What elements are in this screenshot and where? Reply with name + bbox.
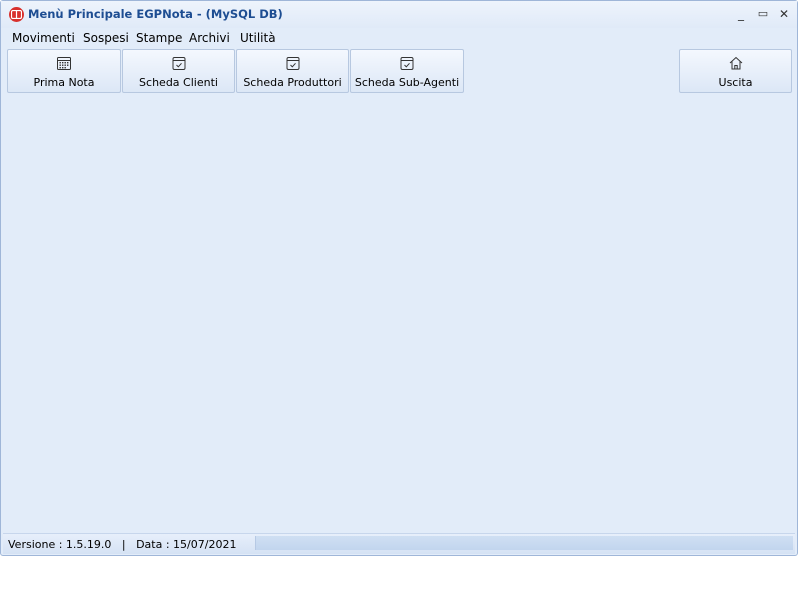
menu-utilita[interactable]: Utilità [240, 31, 276, 45]
scheda-clienti-button[interactable]: Scheda Clienti [122, 49, 235, 93]
scheda-clienti-label: Scheda Clienti [139, 76, 218, 89]
status-bar: Versione : 1.5.19.0 | Data : 15/07/2021 [3, 533, 795, 554]
menu-stampe[interactable]: Stampe [136, 31, 182, 45]
calendar-check-icon [400, 57, 414, 70]
calendar-check-icon [286, 57, 299, 70]
scheda-sub-agenti-label: Scheda Sub-Agenti [354, 76, 460, 89]
calendar-icon [57, 57, 71, 70]
close-button[interactable]: ✕ [775, 5, 793, 23]
scheda-produttori-button[interactable]: Scheda Produttori [236, 49, 349, 93]
main-window: Menù Principale EGPNota - (MySQL DB) _ ▭… [0, 0, 798, 556]
scheda-sub-agenti-button[interactable]: Scheda Sub-Agenti [350, 49, 464, 93]
menu-sospesi[interactable]: Sospesi [83, 31, 129, 45]
uscita-button[interactable]: Uscita [679, 49, 792, 93]
app-logo-icon[interactable] [9, 7, 24, 22]
menu-movimenti[interactable]: Movimenti [12, 31, 75, 45]
minimize-button[interactable]: _ [732, 5, 750, 23]
uscita-label: Uscita [718, 76, 753, 89]
scheda-produttori-label: Scheda Produttori [243, 76, 342, 89]
prima-nota-button[interactable]: Prima Nota [7, 49, 121, 93]
menu-archivi[interactable]: Archivi [189, 31, 230, 45]
prima-nota-label: Prima Nota [33, 76, 95, 89]
calendar-check-icon [172, 57, 185, 70]
menu-bar: Movimenti Sospesi Stampe Archivi Utilità [1, 28, 797, 48]
home-icon [729, 56, 742, 70]
toolbar: Prima Nota Scheda Clienti Scheda Produtt… [7, 49, 793, 94]
window-title: Menù Principale EGPNota - (MySQL DB) [28, 7, 283, 21]
maximize-button[interactable]: ▭ [754, 5, 772, 23]
status-version-date: Versione : 1.5.19.0 | Data : 15/07/2021 [8, 538, 237, 551]
status-version-panel: Versione : 1.5.19.0 | Data : 15/07/2021 [3, 534, 253, 554]
status-progress-panel [255, 536, 793, 550]
title-bar[interactable]: Menù Principale EGPNota - (MySQL DB) _ ▭… [1, 1, 797, 28]
